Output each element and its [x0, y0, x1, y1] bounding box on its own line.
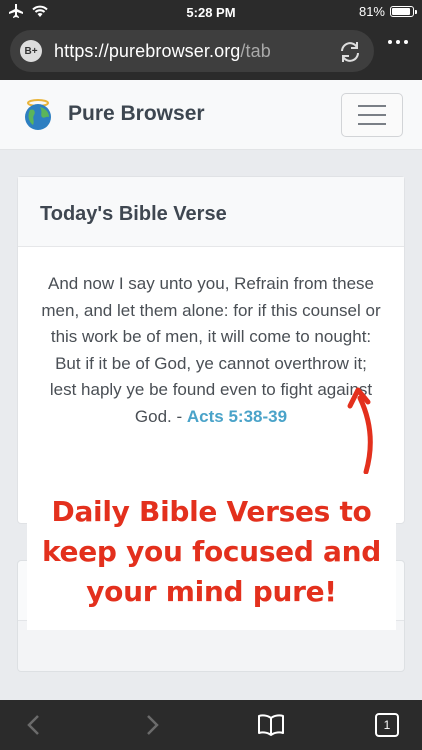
battery-percent: 81% — [358, 4, 385, 19]
battery-icon — [390, 6, 417, 17]
globe-logo-icon[interactable] — [20, 96, 56, 132]
site-badge-icon: B+ — [20, 40, 42, 62]
tabs-button[interactable]: 1 — [372, 710, 402, 740]
back-arrow-icon — [27, 715, 39, 735]
status-bar: 5:28 PM 81% — [0, 0, 422, 24]
browser-toolbar: B+ https://purebrowser.org/tab — [0, 24, 422, 80]
nav-menu-button[interactable] — [341, 93, 403, 137]
forward-button[interactable] — [138, 710, 168, 740]
promo-line-1: Daily Bible Verses to — [51, 495, 372, 528]
url-text[interactable]: https://purebrowser.org/tab — [54, 41, 271, 62]
back-button[interactable] — [18, 710, 48, 740]
more-menu-icon[interactable] — [388, 40, 408, 44]
promo-line-3: your mind pure! — [86, 575, 337, 608]
tab-count-icon: 1 — [375, 713, 399, 737]
promo-line-2: keep you focused and — [41, 535, 382, 568]
verse-reference-link[interactable]: Acts 5:38-39 — [187, 407, 287, 426]
site-brand[interactable]: Pure Browser — [68, 102, 205, 126]
book-icon — [258, 714, 284, 736]
site-navbar: Pure Browser — [0, 80, 422, 150]
reload-icon[interactable] — [338, 40, 362, 64]
address-bar[interactable]: B+ https://purebrowser.org/tab — [10, 30, 374, 72]
promo-banner: Daily Bible Verses to keep you focused a… — [27, 474, 396, 630]
verse-card-title: Today's Bible Verse — [18, 177, 404, 247]
bookmarks-button[interactable] — [256, 710, 286, 740]
forward-arrow-icon — [147, 715, 159, 735]
bottom-toolbar: 1 — [0, 700, 422, 750]
annotation-arrow-icon — [347, 387, 373, 474]
